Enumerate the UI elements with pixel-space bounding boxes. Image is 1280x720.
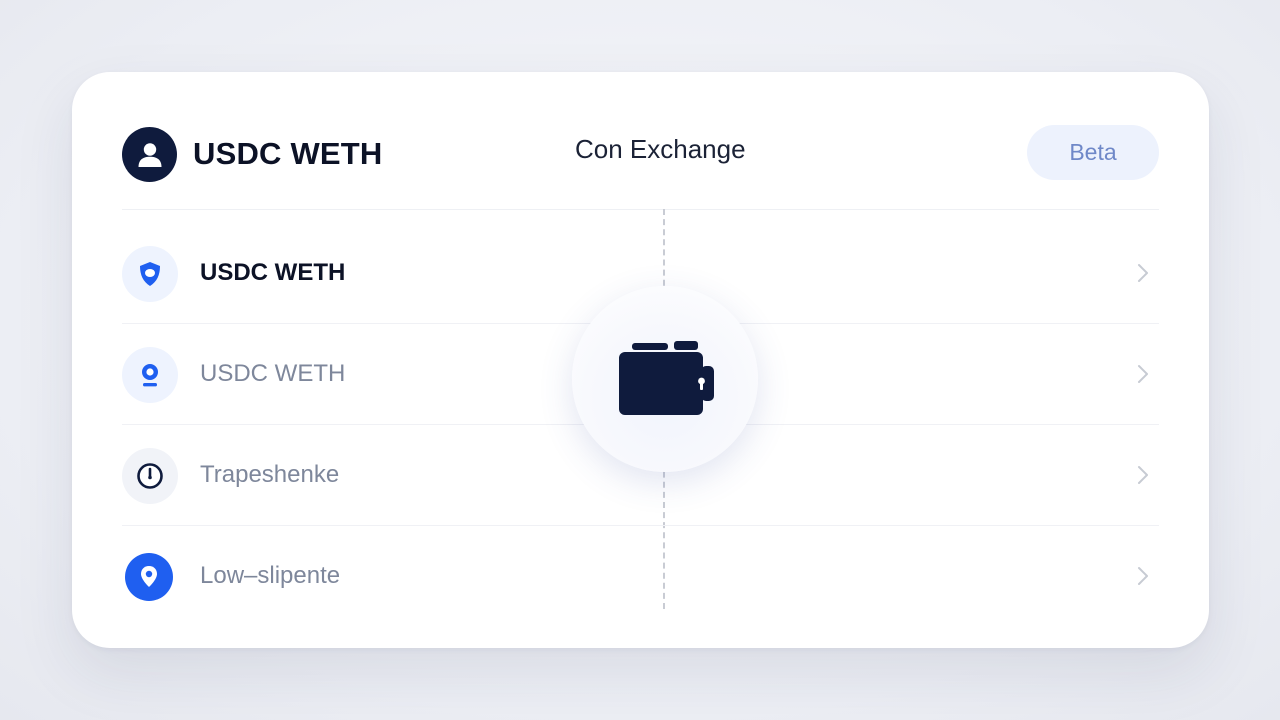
clock-icon [122,448,178,504]
list-item-label: Trapeshenke [200,461,340,488]
list-item-label: USDC WETH [200,360,346,387]
exchange-card: USDC WETH Con Exchange Beta USDC WETH US… [72,72,1209,648]
location-icon [125,553,173,601]
page-background: USDC WETH Con Exchange Beta USDC WETH US… [0,0,1280,720]
avatar[interactable] [122,127,177,182]
list-item[interactable]: Low–slipente [122,526,1159,626]
pin-icon [122,347,178,403]
chevron-right-icon [1133,563,1153,589]
list-item-label: Low–slipente [200,562,341,589]
shield-icon [122,246,178,302]
wallet-button[interactable] [572,286,758,472]
list-item-label: USDC WETH [200,259,346,286]
beta-badge[interactable]: Beta [1027,125,1159,180]
pair-title: USDC WETH [193,136,383,171]
user-icon [138,142,161,167]
wallet-icon [619,341,714,415]
exchange-title: Con Exchange [575,134,746,164]
chevron-right-icon [1133,462,1153,488]
chevron-right-icon [1133,361,1153,387]
chevron-right-icon [1133,260,1153,286]
card-header: USDC WETH Con Exchange Beta [122,72,1159,210]
